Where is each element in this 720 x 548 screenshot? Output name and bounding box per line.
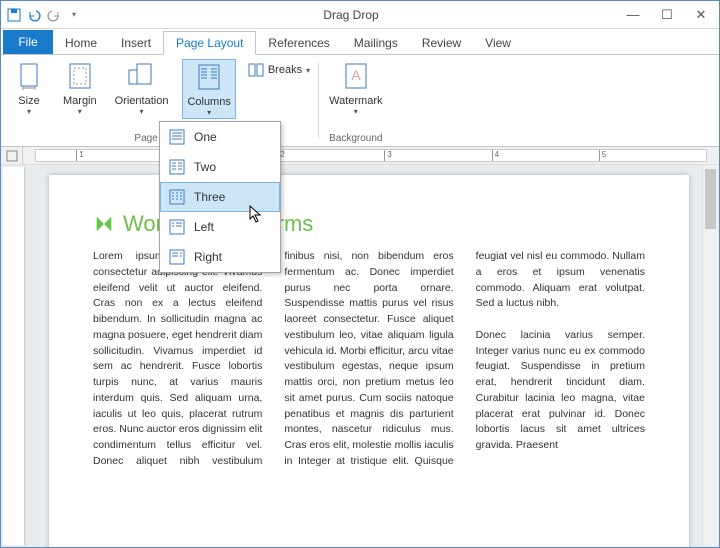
- document-page[interactable]: Word for WinForms Lorem ipsum dolor sit …: [49, 175, 689, 547]
- document-scrollpane[interactable]: Word for WinForms Lorem ipsum dolor sit …: [25, 165, 719, 547]
- brand-icon: [93, 213, 115, 235]
- columns-dropdown: One Two Three Left Right: [159, 121, 281, 273]
- two-column-icon: [168, 158, 186, 176]
- horizontal-ruler[interactable]: 1 1 2 3 4 5: [35, 149, 707, 162]
- tab-home[interactable]: Home: [53, 32, 109, 54]
- ribbon: Size ▾ Margin ▾ Orientation ▾ Columns ▾: [1, 55, 719, 147]
- breaks-icon: [248, 63, 264, 77]
- watermark-icon: A: [340, 61, 372, 93]
- size-button[interactable]: Size ▾: [9, 59, 49, 117]
- ribbon-group-background: A Watermark ▾ Background: [325, 59, 386, 146]
- columns-option-right[interactable]: Right: [160, 242, 280, 272]
- margin-icon: [64, 61, 96, 93]
- columns-option-two[interactable]: Two: [160, 152, 280, 182]
- tab-page-layout[interactable]: Page Layout: [163, 31, 256, 55]
- vertical-ruler[interactable]: [3, 167, 25, 545]
- minimize-button[interactable]: ―: [619, 5, 647, 25]
- three-column-icon: [168, 188, 186, 206]
- document-area: Word for WinForms Lorem ipsum dolor sit …: [1, 165, 719, 547]
- breaks-button[interactable]: Breaks ▾: [246, 61, 312, 79]
- quick-access-toolbar: ▾: [5, 6, 83, 24]
- scrollbar-thumb[interactable]: [705, 169, 716, 229]
- one-column-icon: [168, 128, 186, 146]
- svg-text:A: A: [351, 67, 361, 83]
- ribbon-tabs: File Home Insert Page Layout References …: [1, 29, 719, 55]
- margin-button[interactable]: Margin ▾: [59, 59, 101, 117]
- orientation-button[interactable]: Orientation ▾: [111, 59, 173, 117]
- vertical-scrollbar[interactable]: [702, 165, 718, 546]
- left-column-icon: [168, 218, 186, 236]
- file-tab[interactable]: File: [3, 30, 53, 54]
- right-column-icon: [168, 248, 186, 266]
- close-button[interactable]: ✕: [687, 5, 715, 25]
- columns-option-three[interactable]: Three: [160, 182, 280, 212]
- size-icon: [13, 61, 45, 93]
- orientation-icon: [126, 61, 158, 93]
- tab-review[interactable]: Review: [410, 32, 473, 54]
- document-body[interactable]: Lorem ipsum dolor sit amet, consectetur …: [93, 249, 645, 470]
- window-title: Drag Drop: [83, 8, 619, 22]
- watermark-button[interactable]: A Watermark ▾: [325, 59, 386, 117]
- ruler-corner[interactable]: [1, 147, 23, 164]
- qat-dropdown-icon[interactable]: ▾: [65, 6, 83, 24]
- columns-option-one[interactable]: One: [160, 122, 280, 152]
- columns-option-left[interactable]: Left: [160, 212, 280, 242]
- save-icon[interactable]: [5, 6, 23, 24]
- group-label-background: Background: [329, 131, 382, 146]
- undo-icon[interactable]: [25, 6, 43, 24]
- columns-icon: [193, 62, 225, 94]
- redo-icon[interactable]: [45, 6, 63, 24]
- tab-view[interactable]: View: [473, 32, 523, 54]
- columns-button[interactable]: Columns ▾: [182, 59, 235, 119]
- title-bar: ▾ Drag Drop ― ☐ ✕: [1, 1, 719, 29]
- tab-references[interactable]: References: [256, 32, 341, 54]
- ruler-row: 1 1 2 3 4 5: [1, 147, 719, 165]
- maximize-button[interactable]: ☐: [653, 5, 681, 25]
- tab-mailings[interactable]: Mailings: [342, 32, 410, 54]
- tab-insert[interactable]: Insert: [109, 32, 163, 54]
